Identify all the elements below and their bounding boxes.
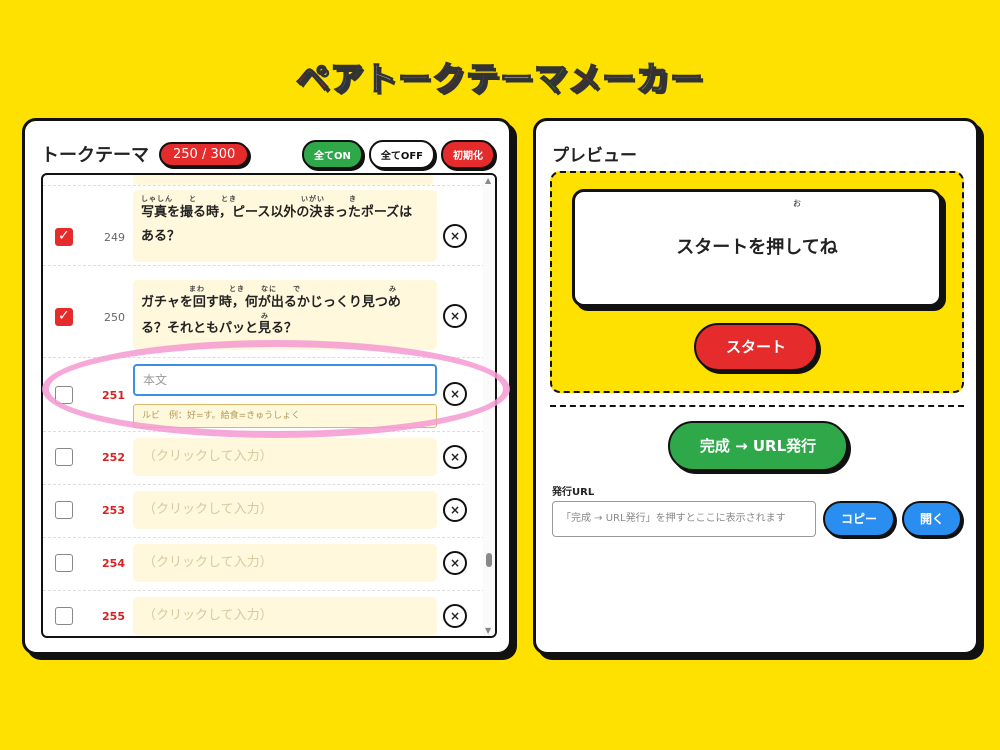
row-placeholder[interactable]: （クリックして入力） [133,597,437,635]
text-line: ガチャを回す時，何が出るかじっくり見つめ [141,295,401,310]
preview-card: お スタートを押してね [572,189,942,307]
title-letter: ア [329,58,364,99]
scroll-up-icon[interactable]: ▲ [485,176,491,185]
ruby-input[interactable]: ルビ 例：好=す。給食=きゅうしょく [133,404,437,428]
title-letter: ー [499,58,534,99]
all-on-button[interactable]: 全てON [301,139,363,169]
row-number: 251 [102,389,125,402]
row-placeholder[interactable]: （クリックして入力） [133,438,437,476]
preview-ruby: お [793,199,801,208]
theme-row-editing: 251 本文 ルビ 例：好=す。給食=きゅうしょく × [43,357,485,429]
all-off-button[interactable]: 全てOFF [368,139,435,169]
header-buttons: 全てON 全てOFF 初期化 [301,139,495,169]
title-letter: ペ [295,58,330,99]
title-letter: マ [533,58,568,99]
delete-icon[interactable]: × [443,551,467,575]
preview-panel: プレビュー お スタートを押してね スタート 完成 → URL発行 発行URL … [533,118,979,655]
title-letter: ト [363,58,398,99]
start-button[interactable]: スタート [694,323,818,371]
preview-title: プレビュー [552,146,637,166]
row-placeholder[interactable]: （クリックして入力） [133,491,437,529]
row-placeholder[interactable]: （クリックして入力） [133,544,437,582]
talk-theme-panel: トークテーマ 250 / 300 全てON 全てOFF 初期化 249 しゃしん… [22,118,512,655]
delete-icon[interactable]: × [443,224,467,248]
url-label: 発行URL [552,487,595,498]
theme-row: 255 （クリックして入力） × [43,590,485,636]
row-number: 250 [104,311,125,324]
app-title: ペアトークテーマメーカー [0,52,1000,100]
delete-icon[interactable]: × [443,304,467,328]
title-letter: ー [601,58,636,99]
theme-row: 250 まわ とき なに で み ガチャを回す時，何が出るかじっくり見つめ み … [43,265,485,353]
text-line: ある？ [141,229,181,244]
theme-row: 249 しゃしん と とき いがい き 写真を撮る時，ピース以外の決まったポーズ… [43,185,485,265]
title-letter: ク [431,58,466,99]
open-button[interactable]: 開く [902,501,962,537]
delete-icon[interactable]: × [443,445,467,469]
row-checkbox[interactable] [55,308,73,326]
reset-button[interactable]: 初期化 [441,139,495,169]
row-checkbox[interactable] [55,228,73,246]
row-number: 255 [102,610,125,623]
delete-icon[interactable]: × [443,382,467,406]
list-scrollbar[interactable]: ▲ ▼ [483,175,495,636]
preview-text: スタートを押してね [676,237,838,258]
body-input[interactable]: 本文 [133,364,437,396]
title-letter: メ [567,58,602,99]
partial-row [133,175,433,185]
title-letter: ー [397,58,432,99]
talk-theme-header: トークテーマ 250 / 300 全てON 全てOFF 初期化 [41,139,495,169]
row-number: 253 [102,504,125,517]
url-field[interactable]: 「完成 → URL発行」を押すとここに表示されます [552,501,816,537]
text-line: 写真を撮る時，ピース以外の決まったポーズは [141,205,413,220]
theme-list[interactable]: 249 しゃしん と とき いがい き 写真を撮る時，ピース以外の決まったポーズ… [41,173,497,638]
text-line: る？それともパッと見る？ [141,321,298,336]
delete-icon[interactable]: × [443,498,467,522]
title-letter: ー [669,58,704,99]
scroll-down-icon[interactable]: ▼ [485,626,491,635]
theme-row: 252 （クリックして入力） × [43,431,485,484]
row-checkbox[interactable] [55,448,73,466]
title-letter: カ [635,58,670,99]
row-checkbox[interactable] [55,607,73,625]
row-text[interactable]: まわ とき なに で み ガチャを回す時，何が出るかじっくり見つめ み る？それ… [133,280,437,350]
row-checkbox[interactable] [55,386,73,404]
divider [550,405,964,407]
title-letter: テ [465,58,500,99]
preview-area: お スタートを押してね スタート [550,171,964,393]
row-number: 249 [104,231,125,244]
talk-theme-title: トークテーマ [41,145,149,166]
delete-icon[interactable]: × [443,604,467,628]
publish-url-button[interactable]: 完成 → URL発行 [668,421,848,471]
row-checkbox[interactable] [55,501,73,519]
copy-button[interactable]: コピー [823,501,895,537]
theme-row: 253 （クリックして入力） × [43,484,485,537]
count-badge: 250 / 300 [159,141,250,167]
row-checkbox[interactable] [55,554,73,572]
row-text[interactable]: しゃしん と とき いがい き 写真を撮る時，ピース以外の決まったポーズは ある… [133,190,437,262]
theme-row: 254 （クリックして入力） × [43,537,485,590]
row-number: 252 [102,451,125,464]
row-number: 254 [102,557,125,570]
scroll-thumb[interactable] [486,553,492,567]
